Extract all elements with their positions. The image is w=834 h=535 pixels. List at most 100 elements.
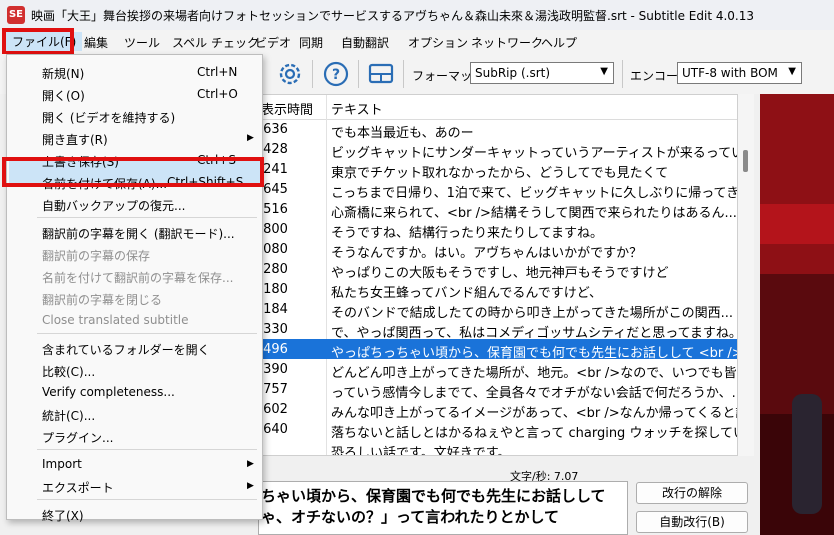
row-duration: .428 [259, 142, 288, 157]
row-duration: .496 [259, 342, 288, 357]
menu-edit[interactable]: 編集 [84, 34, 108, 51]
file-menu-item: 翻訳前の字幕を閉じる [42, 293, 163, 307]
file-menu-item[interactable]: 新規(N) [42, 65, 84, 82]
window-title: 映画「大王」舞台挨拶の来場者向けフォトセッションでサービスするアヴちゃん＆森山未… [31, 9, 755, 23]
file-menu-dropdown: 新規(N) Ctrl+N 開く(O) Ctrl+O 開く (ビデオを維持する) 開き直す(… [6, 54, 263, 523]
table-row[interactable]: 恐ろしい話です。文好きです。 [259, 439, 737, 456]
table-row[interactable]: .800 そうですね、結構行ったり来たりしてますね。 [259, 219, 737, 241]
file-menu-item[interactable]: Verify completeness... [42, 385, 175, 399]
column-header-text[interactable]: テキスト [331, 99, 383, 118]
title-bar: SE 映画「大王」舞台挨拶の来場者向けフォトセッションでサービスするアヴちゃん＆… [0, 0, 834, 30]
settings-icon[interactable] [276, 60, 304, 88]
file-menu-item[interactable]: 比較(C)... [42, 363, 95, 380]
row-duration: .602 [259, 402, 288, 417]
chevron-down-icon: ▼ [600, 66, 608, 77]
video-frame-region [760, 94, 834, 274]
submenu-arrow-icon: ▶ [247, 133, 254, 143]
table-row[interactable]: .241 東京でチケット取れなかったから、どうしてでも見たくて [259, 159, 737, 181]
toolbar-separator [403, 60, 404, 88]
table-row[interactable]: .602 みんな叩き上がってるイメージがあって、<br />なんか帰ってくると話.… [259, 399, 737, 421]
file-menu-item[interactable]: 終了(X) [42, 507, 84, 524]
table-row[interactable]: .645 こっちまで日帰り、1泊で来て、ビッグキャットに久しぶりに帰ってきま... [259, 179, 737, 201]
row-duration: .516 [259, 202, 288, 217]
row-duration: .640 [259, 422, 288, 437]
unbreak-button[interactable]: 改行の解除 [636, 482, 748, 504]
menu-auto-translate[interactable]: 自動翻訳 [341, 34, 389, 51]
menu-tools[interactable]: ツール [124, 34, 160, 51]
table-row[interactable]: .496 やっぱちっちゃい頃から、保育園でも何でも先生にお話しして <br />.… [259, 339, 737, 361]
table-row[interactable]: .757 っていう感情今しまでて、全員各々でオチがない会話で何だろうか、... [259, 379, 737, 401]
file-menu-item: 名前を付けて翻訳前の字幕を保存... [42, 271, 234, 285]
toolbar-separator [358, 60, 359, 88]
table-row[interactable]: .330 で、やっぱ関西って、私はコメディゴッサムシティだと思ってますね。 [259, 319, 737, 341]
video-frame-region [760, 274, 834, 414]
menu-video[interactable]: ビデオ [255, 34, 291, 51]
file-menu-item[interactable]: 統計(C)... [42, 407, 95, 424]
table-row[interactable]: .080 そうなんですか。はい。アヴちゃんはいかがですか？ [259, 239, 737, 261]
subtitle-grid[interactable]: 表示時間 テキスト .636 でも本当最近も、あのー .428 ビッグキャットにサンダ… [258, 94, 738, 456]
row-text: 恐ろしい話です。文好きです。 [331, 446, 511, 456]
file-menu-item[interactable]: 開く (ビデオを維持する) [42, 109, 175, 126]
file-menu-item[interactable]: プラグイン... [42, 429, 113, 446]
row-duration: .390 [259, 362, 288, 377]
row-duration: .800 [259, 222, 288, 237]
menu-separator [37, 449, 257, 450]
file-menu-item[interactable]: 含まれているフォルダーを開く [42, 341, 210, 358]
scrollbar-thumb[interactable] [743, 150, 748, 172]
table-row[interactable]: .184 そのバンドで結成したての時から叩き上がってきた場所がこの関西... [259, 299, 737, 321]
subtitle-text-editor[interactable]: ちゃい頃から、保育園でも何でも先生にお話しして ゃ、オチないの？」って言われたり… [258, 481, 628, 535]
chevron-down-icon: ▼ [788, 66, 796, 77]
file-menu-item[interactable]: 開く(O) [42, 87, 85, 104]
table-row[interactable]: .280 やっぱりこの大阪もそうですし、地元神戸もそうですけど [259, 259, 737, 281]
file-menu-item[interactable]: 開き直す(R) [42, 131, 108, 148]
encoding-value: UTF-8 with BOM [682, 66, 778, 80]
toolbar-separator [622, 60, 623, 88]
file-menu-item[interactable]: 翻訳前の字幕を開く (翻訳モード)... [42, 225, 235, 242]
grid-scrollbar[interactable] [738, 94, 754, 456]
menu-separator [37, 217, 257, 218]
table-row[interactable]: .428 ビッグキャットにサンダーキャットっていうアーティストが来るっていうので [259, 139, 737, 161]
row-duration: .330 [259, 322, 288, 337]
toolbar-separator [312, 60, 313, 88]
file-menu-highlight-box [2, 28, 74, 55]
menu-shortcut: Ctrl+O [197, 87, 238, 101]
table-row[interactable]: .516 心斎橋に来られて、<br />結構そうして関西で来られたりはあるん... [259, 199, 737, 221]
column-header-duration[interactable]: 表示時間 [261, 99, 313, 118]
format-select[interactable]: SubRip (.srt) ▼ [470, 62, 614, 84]
auto-break-button[interactable]: 自動改行(B) [636, 511, 748, 533]
menu-bar: ファイル(F) 編集 ツール スペル チェック ビデオ 同期 自動翻訳 オプショ… [0, 30, 834, 54]
table-row[interactable]: .636 でも本当最近も、あのー [259, 119, 737, 141]
editor-line-1: ちゃい頃から、保育園でも何でも先生にお話しして [261, 487, 606, 505]
menu-network[interactable]: ネットワーク [471, 34, 543, 51]
row-duration: .636 [259, 122, 288, 137]
video-frame-region [760, 204, 834, 244]
table-row[interactable]: .390 どんどん叩き上がってきた場所が、地元。<br />なので、いつでも皆..… [259, 359, 737, 381]
svg-text:?: ? [332, 67, 340, 83]
encoding-select[interactable]: UTF-8 with BOM ▼ [677, 62, 802, 84]
file-menu-item: 翻訳前の字幕の保存 [42, 249, 151, 263]
menu-spellcheck[interactable]: スペル チェック [172, 34, 259, 51]
help-icon[interactable]: ? [322, 60, 350, 88]
file-menu-item[interactable]: 自動バックアップの復元... [42, 197, 185, 214]
submenu-arrow-icon: ▶ [247, 459, 254, 469]
file-menu-item: Close translated subtitle [42, 313, 189, 327]
file-menu-item[interactable]: Import [42, 457, 82, 471]
row-duration: .080 [259, 242, 288, 257]
menu-sync[interactable]: 同期 [299, 34, 323, 51]
row-duration: .184 [259, 302, 288, 317]
row-duration: .280 [259, 262, 288, 277]
save-as-highlight-box [2, 157, 264, 187]
menu-options[interactable]: オプション [408, 34, 468, 51]
file-menu-item[interactable]: エクスポート [42, 479, 114, 496]
video-preview[interactable] [760, 94, 834, 535]
app-icon: SE [7, 6, 25, 24]
row-duration: .180 [259, 282, 288, 297]
editor-line-2: ゃ、オチないの？」って言われたりとかして [261, 508, 560, 526]
row-duration: .757 [259, 382, 288, 397]
table-row[interactable]: .180 私たち女王蜂ってバンド組んでるんですけど、 [259, 279, 737, 301]
menu-shortcut: Ctrl+N [197, 65, 238, 79]
menu-help[interactable]: ヘルプ [541, 34, 577, 51]
layout-icon[interactable] [367, 60, 395, 88]
submenu-arrow-icon: ▶ [247, 481, 254, 491]
table-row[interactable]: .640 落ちないと話しとはかるねぇやと言って charging ウォッチを探して… [259, 419, 737, 441]
